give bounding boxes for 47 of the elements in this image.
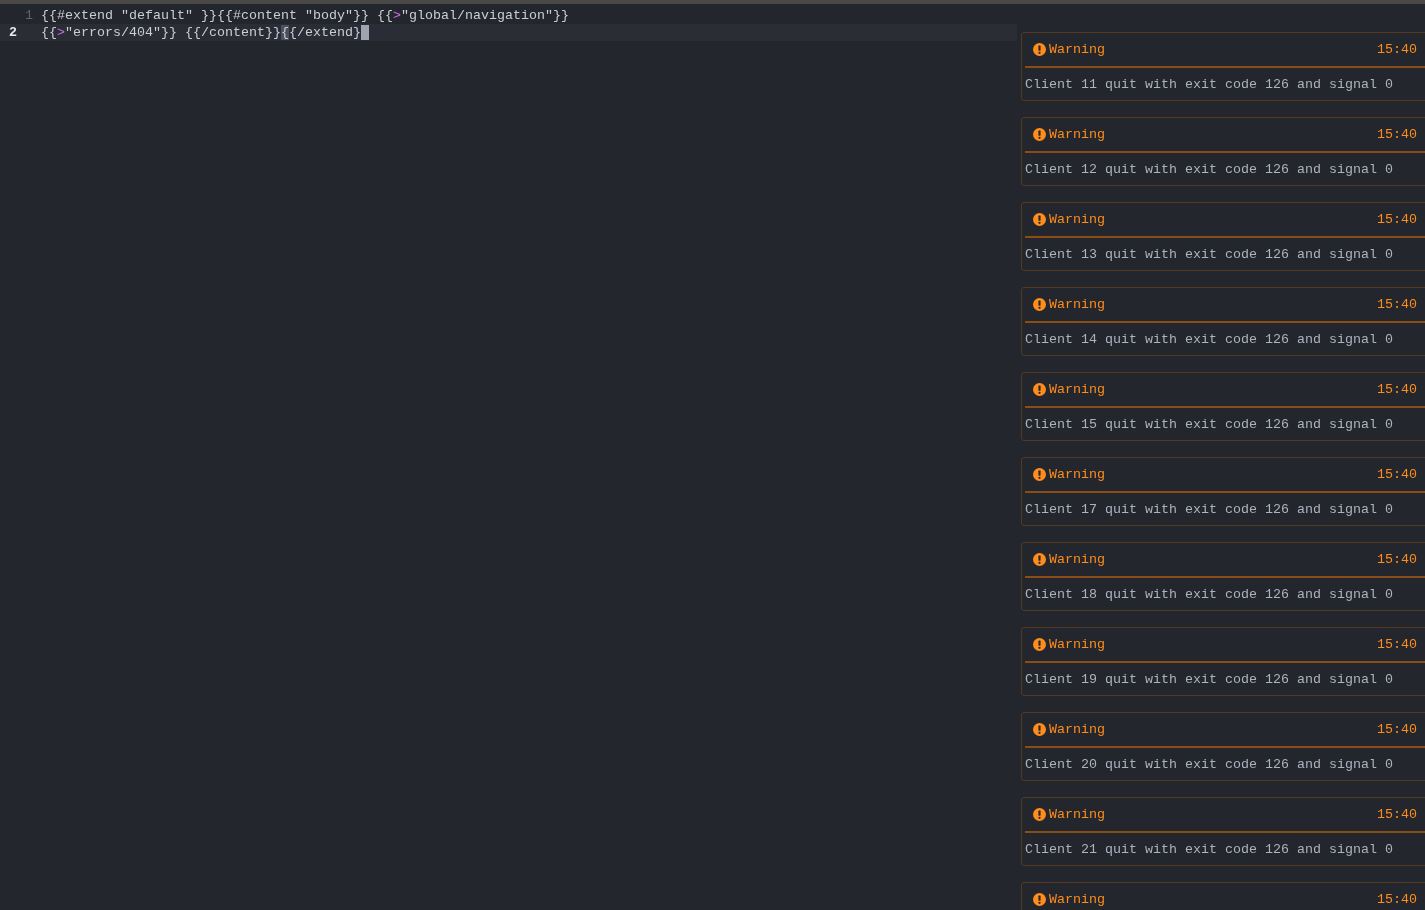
notification-message: Client 12 quit with exit code 126 and signal 0 [1025, 161, 1393, 177]
code-line: {{#extend "default" }}{{#content "body"}} {{>"global/navigation"}} [41, 7, 569, 24]
warning-icon [1033, 213, 1046, 226]
notification-time: 15:40 [1377, 382, 1417, 397]
line-number: 2 [8, 24, 18, 41]
notification-message: Client 20 quit with exit code 126 and signal 0 [1025, 756, 1393, 772]
notification-title: Warning [1049, 382, 1105, 397]
notification-title: Warning [1049, 722, 1105, 737]
warning-icon [1033, 553, 1046, 566]
notification-time: 15:40 [1377, 297, 1417, 312]
notification-title: Warning [1049, 552, 1105, 567]
notification-time: 15:40 [1377, 42, 1417, 57]
notification-message: Client 14 quit with exit code 126 and signal 0 [1025, 331, 1393, 347]
warning-icon [1033, 808, 1046, 821]
notification-title: Warning [1049, 467, 1105, 482]
notification-time: 15:40 [1377, 467, 1417, 482]
notification-message: Client 21 quit with exit code 126 and signal 0 [1025, 841, 1393, 857]
notification-message: Client 15 quit with exit code 126 and signal 0 [1025, 416, 1393, 432]
notification-title: Warning [1049, 127, 1105, 142]
notification-time: 15:40 [1377, 807, 1417, 822]
warning-icon [1033, 468, 1046, 481]
line-number: 1 [24, 7, 34, 24]
warning-icon [1033, 43, 1046, 56]
notification-time: 15:40 [1377, 212, 1417, 227]
warning-icon [1033, 893, 1046, 906]
notification-title: Warning [1049, 637, 1105, 652]
notification-time: 15:40 [1377, 127, 1417, 142]
notification-time: 15:40 [1377, 722, 1417, 737]
notification-message: Client 11 quit with exit code 126 and signal 0 [1025, 76, 1393, 92]
notification-title: Warning [1049, 297, 1105, 312]
notification-time: 15:40 [1377, 552, 1417, 567]
notification-message: Client 18 quit with exit code 126 and signal 0 [1025, 586, 1393, 602]
warning-icon [1033, 638, 1046, 651]
code-line: {{>"errors/404"}} {{/content}}{{/extend} [41, 24, 361, 41]
notification-time: 15:40 [1377, 892, 1417, 907]
warning-icon [1033, 298, 1046, 311]
notification-message: Client 19 quit with exit code 126 and signal 0 [1025, 671, 1393, 687]
notification-title: Warning [1049, 42, 1105, 57]
notification-title: Warning [1049, 807, 1105, 822]
notification-message: Client 17 quit with exit code 126 and signal 0 [1025, 501, 1393, 517]
warning-icon [1033, 723, 1046, 736]
notification-title: Warning [1049, 892, 1105, 907]
notification-title: Warning [1049, 212, 1105, 227]
notification-message: Client 13 quit with exit code 126 and signal 0 [1025, 246, 1393, 262]
warning-icon [1033, 383, 1046, 396]
warning-icon [1033, 128, 1046, 141]
notification-time: 15:40 [1377, 637, 1417, 652]
